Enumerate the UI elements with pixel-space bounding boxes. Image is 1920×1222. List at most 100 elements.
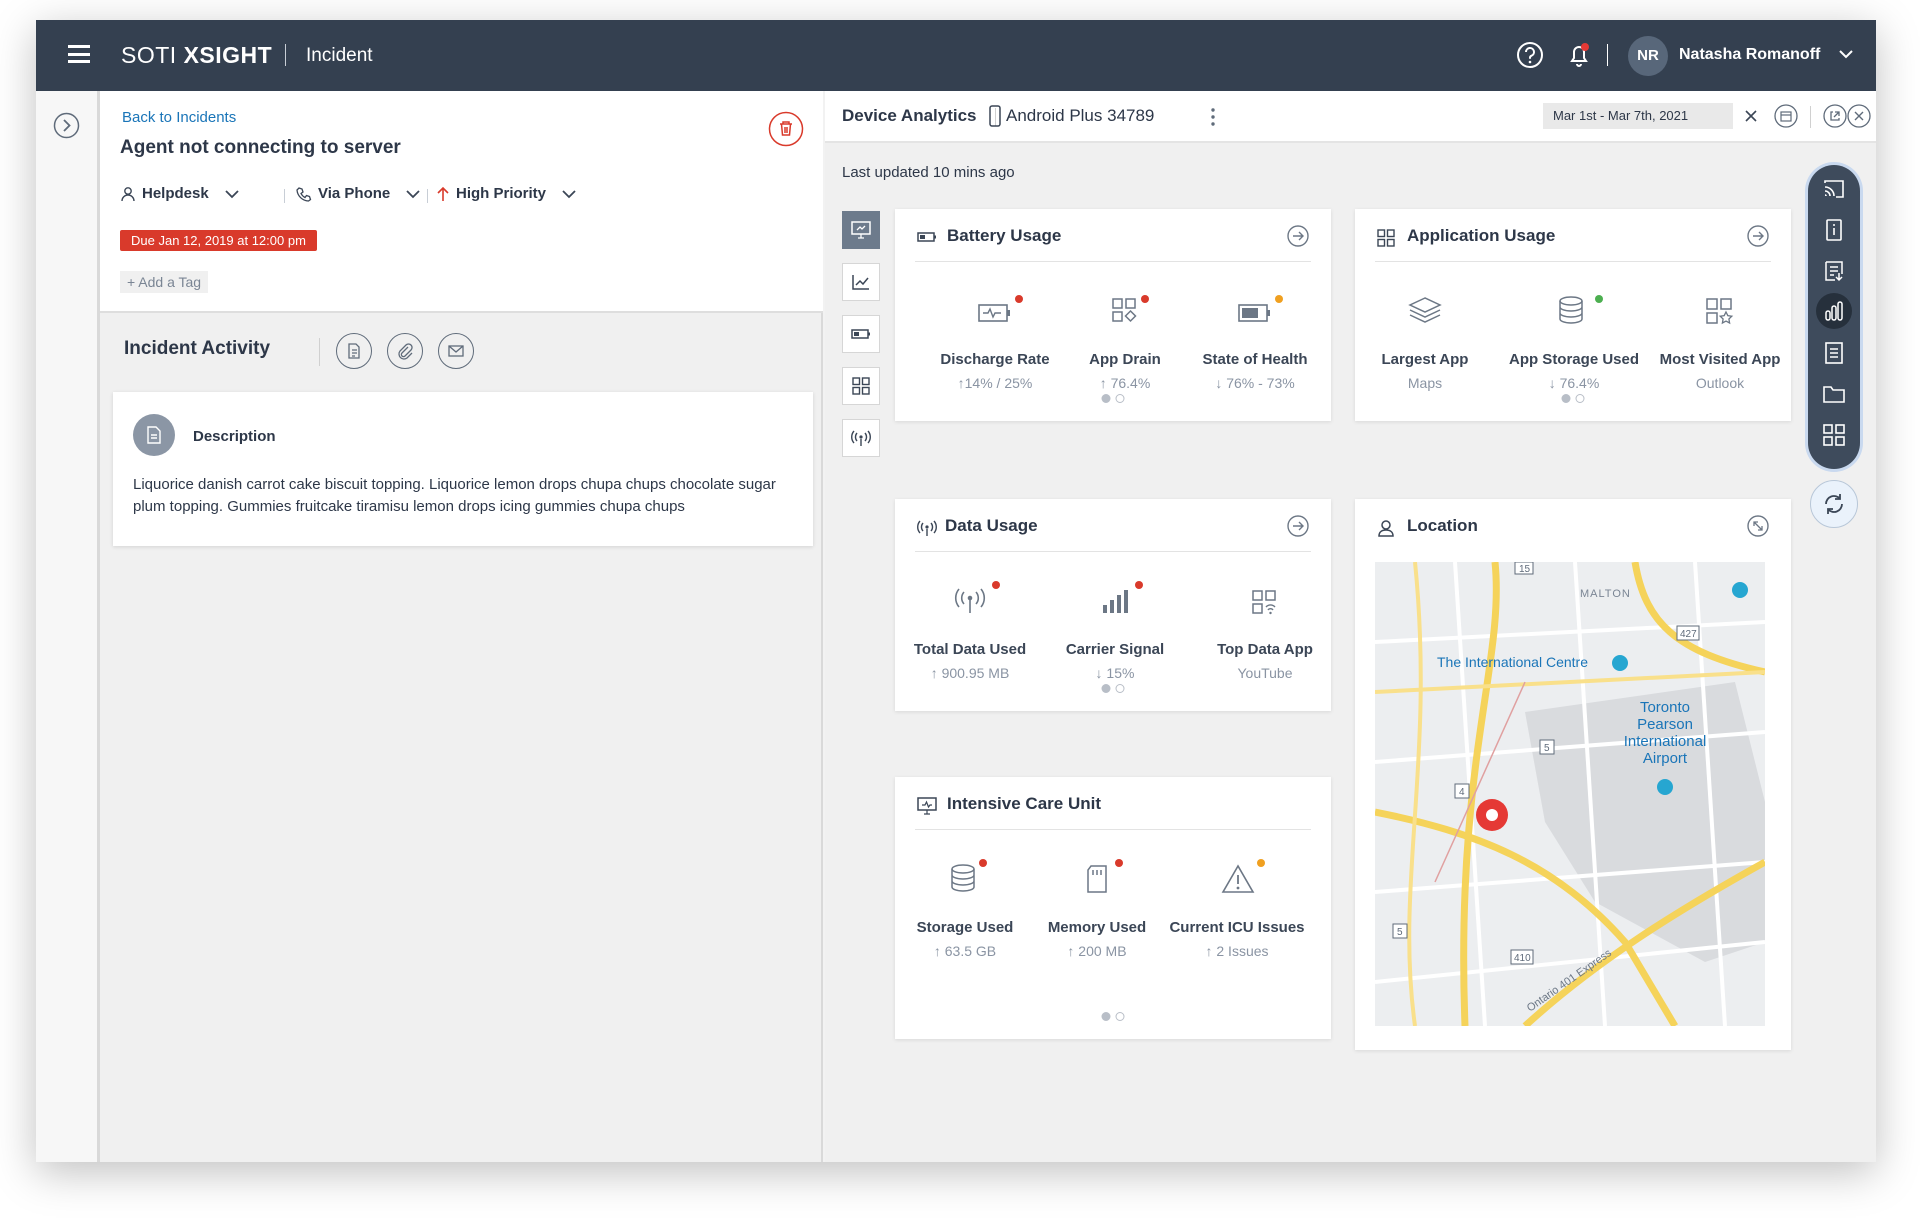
back-to-incidents-link[interactable]: Back to Incidents [122,109,236,126]
database-icon [1559,296,1583,324]
divider [1810,106,1811,128]
refresh-button[interactable] [1810,480,1858,528]
tab-overview[interactable] [842,211,880,249]
user-icon [121,186,135,201]
carousel-dots[interactable] [1101,1012,1125,1021]
expand-sidebar-icon[interactable] [53,112,80,139]
chevron-down-icon [406,189,420,198]
analytics-tool-active[interactable] [1816,293,1852,329]
chevron-down-icon[interactable] [1839,49,1853,59]
metric-total-data-used[interactable]: Total Data Used ↑ 900.95 MB [900,571,1040,681]
divider [284,189,285,203]
location-card: Location MALTON The International Centre… [1355,499,1791,1050]
tab-trends[interactable] [842,263,880,301]
folder-icon[interactable] [1822,382,1846,406]
delete-incident-button[interactable] [768,111,804,147]
metric-label: Most Visited App [1659,351,1781,368]
expand-map-icon[interactable] [1747,515,1769,537]
bar-chart-icon [1825,301,1843,321]
status-dot [1595,295,1603,303]
close-icon[interactable] [1847,104,1871,128]
add-tag-button[interactable]: + Add a Tag [120,271,209,293]
assignee-dropdown[interactable]: Helpdesk [120,185,239,202]
clear-date-icon[interactable] [1744,109,1758,123]
apps-grid-icon [852,377,870,395]
tab-battery[interactable] [842,315,880,353]
location-map[interactable]: MALTON The International Centre Toronto P… [1375,562,1765,1026]
route-shield: 410 [1514,953,1531,964]
metric-app-storage-used[interactable]: App Storage Used ↓ 76.4% [1499,281,1649,391]
analytics-title: Device Analytics [842,106,977,125]
calendar-icon[interactable] [1774,104,1798,128]
carousel-dots[interactable] [1561,394,1585,403]
antenna-icon [917,520,937,536]
status-dot [992,581,1000,589]
channel-dropdown[interactable]: Via Phone [296,185,420,202]
divider [1607,44,1608,66]
divider [915,261,1311,262]
open-details-icon[interactable] [1287,225,1309,247]
metric-storage-used[interactable]: Storage Used ↑ 63.5 GB [895,849,1035,959]
metric-most-visited-app[interactable]: Most Visited App Outlook [1645,281,1795,391]
description-label: Description [193,428,276,445]
avatar[interactable]: NR [1628,36,1668,76]
open-details-icon[interactable] [1287,515,1309,537]
device-info-icon[interactable] [1822,218,1846,242]
more-options-icon[interactable] [1210,107,1216,127]
apps-star-icon [1706,298,1734,325]
metric-carrier-signal[interactable]: Carrier Signal ↓ 15% [1045,571,1185,681]
due-date-badge: Due Jan 12, 2019 at 12:00 pm [120,230,317,251]
airport-icon[interactable] [1657,779,1673,795]
document-icon [348,343,360,359]
metric-value: ↑ 63.5 GB [933,943,997,959]
signal-bars-icon [1103,590,1128,613]
apps-drain-icon [1112,298,1137,323]
device-name[interactable]: Android Plus 34789 [1006,106,1154,126]
metric-label: Total Data Used [913,641,1027,658]
battery-usage-card: Battery Usage Discharge Rate ↑14% / 25% … [895,209,1331,421]
tab-network[interactable] [842,419,880,457]
metric-largest-app[interactable]: Largest App Maps [1355,281,1495,391]
report-icon[interactable] [1822,341,1846,365]
metric-value: YouTube [1237,665,1293,681]
metric-current-icu-issues[interactable]: Current ICU Issues ↑ 2 Issues [1157,849,1317,959]
cast-icon[interactable] [1822,177,1846,201]
incident-panel: Back to Incidents Agent not connecting t… [100,91,823,1162]
priority-dropdown[interactable]: High Priority [436,185,576,202]
metric-top-data-app[interactable]: Top Data App YouTube [1195,571,1335,681]
incident-title: Agent not connecting to server [120,137,401,158]
metric-app-drain[interactable]: App Drain ↑ 76.4% [1055,281,1195,391]
map-pin-icon[interactable] [1612,655,1628,671]
application-usage-card: Application Usage Largest App Maps App S… [1355,209,1791,421]
open-details-icon[interactable] [1747,225,1769,247]
user-name[interactable]: Natasha Romanoff [1679,46,1820,64]
brand-logo[interactable]: SOTI XSIGHT [121,42,272,69]
help-icon[interactable] [1515,40,1545,70]
device-location-marker-center [1486,809,1498,821]
attach-file-button[interactable] [387,333,423,369]
battery-health-icon [1238,304,1270,322]
notification-bell-icon[interactable] [1564,40,1594,70]
apps-grid-icon[interactable] [1822,423,1846,447]
divider [915,551,1311,552]
metric-memory-used[interactable]: Memory Used ↑ 200 MB [1027,849,1167,959]
date-range-chip[interactable]: Mar 1st - Mar 7th, 2021 [1543,103,1733,129]
map-pin-icon[interactable] [1732,582,1748,598]
chevron-down-icon [225,189,239,198]
logs-icon[interactable] [1822,259,1846,283]
tab-apps[interactable] [842,367,880,405]
map-label-international-centre: The International Centre [1437,654,1588,670]
send-email-button[interactable] [438,333,474,369]
metric-value: ↑ 200 MB [1067,943,1127,959]
carousel-dots[interactable] [1101,394,1125,403]
open-external-icon[interactable] [1823,104,1847,128]
route-shield: 4 [1459,787,1465,798]
carousel-dots[interactable] [1101,684,1125,693]
map-canvas[interactable]: MALTON The International Centre Toronto P… [1375,562,1765,1026]
add-note-button[interactable] [336,333,372,369]
metric-state-of-health[interactable]: State of Health ↓ 76% - 73% [1185,281,1325,391]
hamburger-menu-icon[interactable] [68,45,90,63]
metric-label: Top Data App [1217,641,1313,658]
metric-discharge-rate[interactable]: Discharge Rate ↑14% / 25% [925,281,1065,391]
antenna-icon [851,430,871,446]
